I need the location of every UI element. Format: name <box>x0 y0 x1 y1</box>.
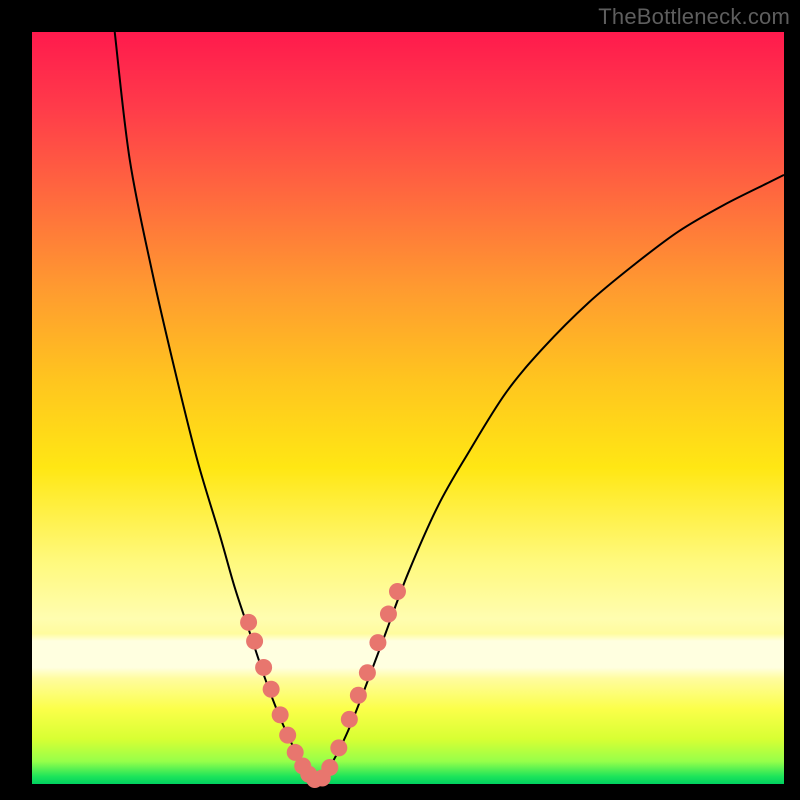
highlight-dots-group <box>240 583 406 788</box>
chart-outer-frame: TheBottleneck.com <box>0 0 800 800</box>
highlight-dot <box>240 614 257 631</box>
highlight-dot <box>321 759 338 776</box>
highlight-dot <box>380 606 397 623</box>
curve-left <box>115 32 318 782</box>
highlight-dot <box>330 739 347 756</box>
highlight-dot <box>369 634 386 651</box>
curve-layer <box>32 32 784 784</box>
highlight-dot <box>389 583 406 600</box>
highlight-dot <box>263 681 280 698</box>
highlight-dot <box>341 711 358 728</box>
watermark-text: TheBottleneck.com <box>598 4 790 30</box>
highlight-dot <box>255 659 272 676</box>
highlight-dot <box>350 687 367 704</box>
highlight-dot <box>359 664 376 681</box>
plot-area <box>32 32 784 784</box>
highlight-dot <box>246 633 263 650</box>
highlight-dot <box>272 706 289 723</box>
curve-right <box>318 175 784 782</box>
highlight-dot <box>279 727 296 744</box>
